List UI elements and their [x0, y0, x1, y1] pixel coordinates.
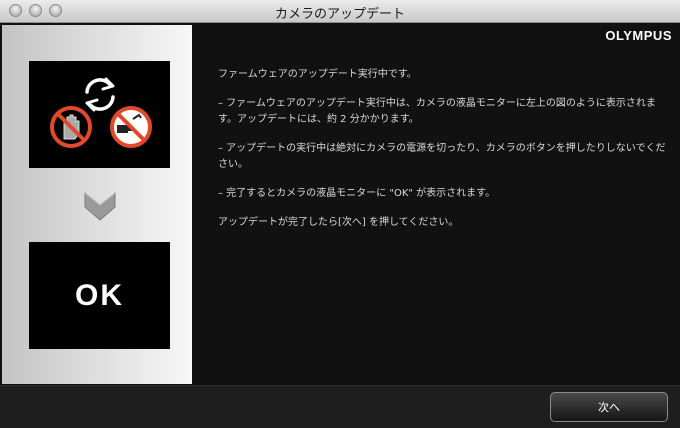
down-arrow-icon — [84, 191, 116, 221]
instruction-line: – 完了するとカメラの液晶モニターに "OK" が表示されます。 — [218, 188, 496, 199]
brand-logo: OLYMPUS — [605, 28, 672, 43]
no-power-off-icon — [110, 106, 152, 148]
instruction-line: ファームウェアのアップデート実行中です。 — [218, 69, 417, 80]
next-button[interactable]: 次へ — [550, 392, 668, 422]
instruction-line: – ファームウェアのアップデート実行中は、カメラの液晶モニターに左上の図のように… — [218, 98, 656, 125]
update-window: カメラのアップデート OK OLYMPUS ファームウェアのアップデート実行中で… — [0, 0, 680, 428]
refresh-icon — [85, 77, 115, 112]
ok-label: OK — [75, 278, 124, 312]
instructions-text: ファームウェアのアップデート実行中です。 – ファームウェアのアップデート実行中… — [218, 67, 670, 244]
main-content: OK OLYMPUS ファームウェアのアップデート実行中です。 – ファームウェ… — [0, 23, 680, 385]
instruction-line: アップデートが完了したら[次へ] を押してください。 — [218, 217, 459, 228]
updating-screen-illustration — [29, 61, 170, 168]
illustration-panel: OK — [2, 25, 192, 384]
footer-bar: 次へ — [0, 385, 680, 428]
window-title: カメラのアップデート — [274, 7, 405, 22]
no-touch-icon — [50, 106, 92, 148]
title-bar: カメラのアップデート — [0, 0, 680, 23]
ok-screen-illustration: OK — [29, 242, 170, 349]
instruction-line: – アップデートの実行中は絶対にカメラの電源を切ったり、カメラのボタンを押したり… — [218, 143, 666, 170]
